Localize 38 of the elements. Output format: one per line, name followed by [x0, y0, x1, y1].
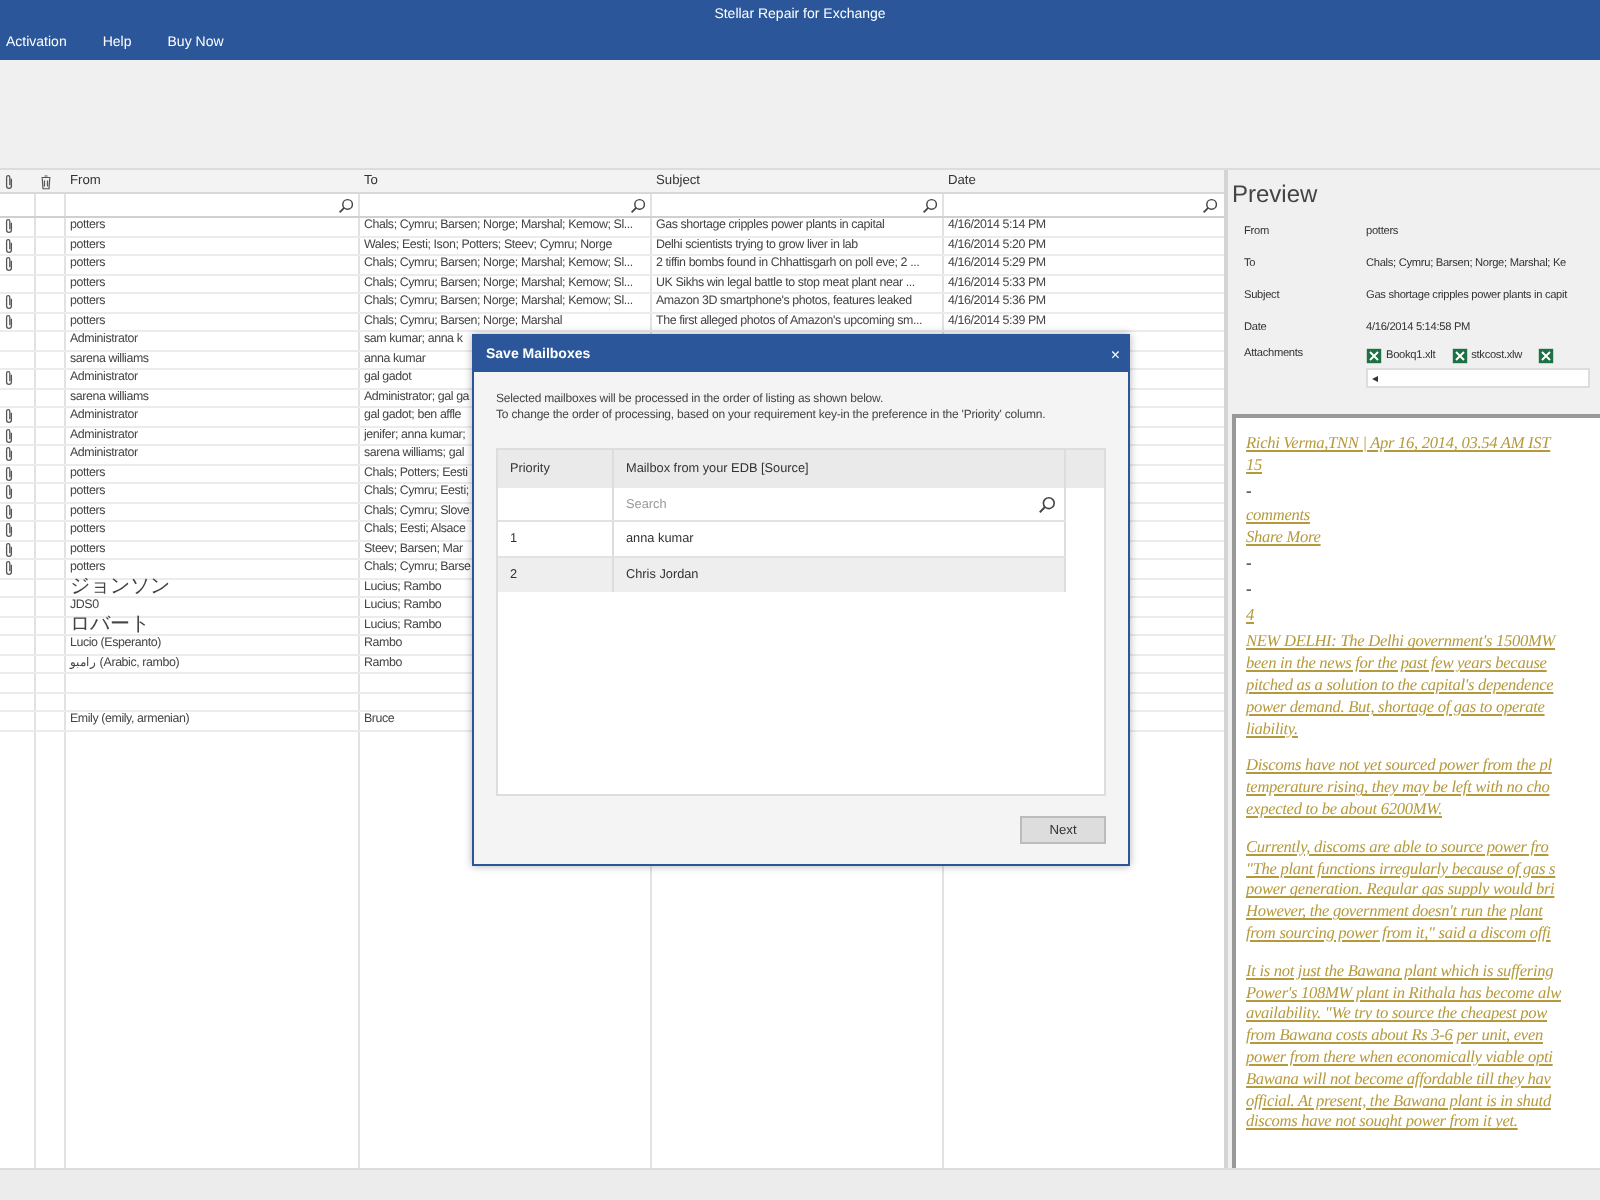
- article-text: from sourcing power from it," said a discom offi: [1246, 923, 1551, 946]
- table-cell: ジョンソン: [70, 579, 170, 596]
- article-text: temperature rising, they may be left with no cho: [1246, 778, 1550, 800]
- article-text: pitched as a solution to the capital's dependence: [1246, 675, 1554, 698]
- article-text: It is not just the Bawana plant which is suffering: [1246, 961, 1554, 984]
- article-text: -: [1246, 481, 1252, 503]
- article-text: However, the government doesn't run the plant: [1246, 902, 1543, 924]
- search-icon: [922, 197, 938, 213]
- preview-title: Preview: [1230, 178, 1320, 212]
- article-text: Currently, discoms are able to source power fro: [1246, 837, 1549, 860]
- spreadsheet-icon: [1451, 348, 1468, 364]
- article-text: -: [1246, 579, 1252, 602]
- article-text: expected to be about 6200MW.: [1246, 799, 1443, 822]
- article-text: -: [1246, 553, 1252, 576]
- trash-icon: [40, 173, 52, 189]
- article-text: official. At present, the Bawana plant is in shutd: [1246, 1091, 1551, 1113]
- spreadsheet-icon: [1366, 348, 1382, 364]
- article-text: power generation. Regular gas supply would bri: [1246, 880, 1555, 903]
- spreadsheet-icon: [1538, 348, 1555, 364]
- article-text: Bawana will not become affordable till they hav: [1246, 1069, 1551, 1092]
- search-icon: [630, 197, 646, 213]
- article-text: NEW DELHI: The Delhi government's 1500MW: [1246, 632, 1556, 655]
- search-icon: [338, 197, 354, 213]
- paperclip-icon: [4, 173, 14, 189]
- article-text: Discoms have not yet sourced power from the pl: [1246, 756, 1552, 779]
- close-button[interactable]: ×: [1110, 345, 1120, 363]
- article-text: Power's 108MW plant in Rithala has become alw: [1246, 983, 1561, 1005]
- table-cell: ロバート: [70, 617, 150, 634]
- article-text: power from there when economically viable opti: [1246, 1047, 1553, 1070]
- article-text: discoms have not sought power from it yet.: [1246, 1112, 1518, 1135]
- search-icon: [1038, 495, 1056, 513]
- article-text: availability. "We try to source the cheapest pow: [1246, 1004, 1548, 1027]
- search-icon: [1202, 197, 1218, 213]
- article-text: from Bawana costs about Rs 3-6 per unit, even: [1246, 1026, 1543, 1048]
- article-text: "The plant functions irregularly because of gas s: [1246, 859, 1556, 881]
- article-text: liability.: [1246, 719, 1298, 741]
- article-text: been in the news for the past few years because: [1246, 654, 1547, 676]
- article-text: power demand. But, shortage of gas to operate: [1246, 697, 1545, 720]
